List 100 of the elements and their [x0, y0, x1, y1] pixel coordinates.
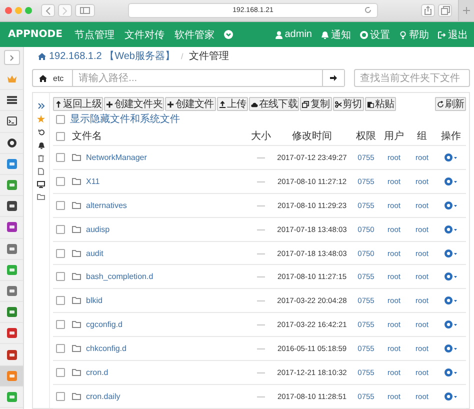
folder-link[interactable]: X11 — [86, 176, 100, 186]
toolbar-button[interactable]: 创建文件 — [165, 97, 216, 111]
sidebar-toggle-button[interactable] — [4, 50, 20, 65]
row-checkbox[interactable] — [56, 392, 65, 401]
breadcrumb-current: 文件管理 — [189, 50, 230, 63]
path-segment[interactable]: etc — [53, 70, 73, 86]
settings-dropdown-icon[interactable] — [444, 344, 458, 354]
forward-icon — [62, 6, 68, 14]
settings-dropdown-icon[interactable] — [444, 272, 458, 282]
user-icon — [274, 30, 283, 38]
folder-icon[interactable] — [37, 194, 45, 200]
plus-icon — [167, 100, 174, 108]
folder-icon — [72, 178, 81, 185]
table-cell: — — [257, 224, 265, 234]
toolbar-button[interactable]: 返回上级 — [53, 97, 104, 111]
history-icon[interactable] — [38, 129, 44, 136]
folder-link[interactable]: blkid — [86, 296, 102, 306]
settings-dropdown-icon[interactable] — [444, 320, 458, 330]
nav-link[interactable]: 设置 — [360, 28, 390, 42]
nav-link[interactable]: 文件对传 — [124, 28, 164, 42]
checkbox[interactable] — [56, 114, 65, 124]
trash-icon[interactable] — [38, 155, 44, 162]
settings-dropdown-icon[interactable] — [444, 392, 458, 401]
monitor-icon[interactable] — [37, 181, 45, 188]
toolbar-button[interactable]: 上传 — [216, 97, 248, 111]
tabs-button[interactable] — [438, 4, 452, 17]
toolbar-button[interactable]: 剪切 — [332, 97, 364, 111]
path-field[interactable]: etc 请输入路径... — [32, 69, 345, 87]
folder-icon — [72, 202, 81, 209]
app-logo[interactable]: APPNODE — [8, 29, 62, 40]
table-cell: — — [257, 368, 265, 377]
toolbar-button[interactable]: 粘贴 — [364, 97, 396, 111]
star-icon[interactable] — [37, 115, 45, 123]
nav-link[interactable]: 节点管理 — [74, 28, 114, 42]
row-checkbox[interactable] — [56, 368, 65, 377]
settings-dropdown-icon[interactable] — [444, 200, 458, 210]
settings-dropdown-icon[interactable] — [444, 248, 458, 258]
nav-link[interactable]: 通知 — [321, 28, 351, 42]
breadcrumb-link[interactable]: 192.168.1.2 【Web服务器】 — [49, 49, 175, 63]
select-all-checkbox[interactable] — [56, 132, 65, 140]
row-checkbox[interactable] — [56, 248, 65, 258]
checkbox-label[interactable]: 显示隐藏文件和系统文件 — [70, 112, 180, 126]
settings-dropdown-icon[interactable] — [444, 296, 458, 306]
settings-dropdown-icon[interactable] — [444, 224, 458, 234]
folder-link[interactable]: cgconfig.d — [86, 320, 122, 330]
folder-link[interactable]: audisp — [86, 224, 110, 234]
row-checkbox[interactable] — [56, 176, 65, 186]
upload-icon — [218, 100, 226, 108]
folder-link[interactable]: NetworkManager — [86, 152, 147, 162]
chevron-down-icon[interactable] — [224, 30, 234, 39]
nav-link[interactable]: 帮助 — [399, 28, 429, 42]
double-chevron-icon[interactable] — [38, 103, 44, 109]
bell-icon[interactable] — [38, 142, 44, 149]
folder-link[interactable]: audit — [86, 248, 104, 258]
settings-dropdown-icon[interactable] — [444, 176, 458, 186]
row-checkbox[interactable] — [56, 224, 65, 234]
folder-icon — [72, 345, 81, 352]
folder-icon — [72, 321, 81, 328]
breadcrumb-separator: / — [181, 52, 184, 60]
folder-link[interactable]: cron.daily — [86, 392, 120, 401]
close-button[interactable] — [5, 7, 12, 14]
sidebar-button[interactable] — [75, 4, 95, 17]
logout-icon — [438, 30, 446, 38]
toolbar-button[interactable]: 在线下载 — [249, 97, 300, 111]
row-checkbox[interactable] — [56, 152, 65, 162]
cloud-icon — [251, 100, 258, 108]
row-checkbox[interactable] — [56, 296, 65, 306]
new-tab-button[interactable] — [458, 0, 474, 21]
row-checkbox[interactable] — [56, 200, 65, 210]
row-checkbox[interactable] — [56, 320, 65, 330]
file-icon[interactable] — [38, 168, 44, 175]
back-icon — [45, 6, 51, 14]
folder-link[interactable]: cron.d — [86, 368, 108, 377]
toolbar-button[interactable]: 复制 — [300, 97, 332, 111]
folder-icon — [72, 273, 81, 280]
table-cell: — — [257, 392, 265, 401]
go-button[interactable] — [322, 70, 344, 86]
zoom-button[interactable] — [25, 7, 32, 14]
folder-link[interactable]: bash_completion.d — [86, 272, 154, 282]
folder-link[interactable]: chkconfig.d — [86, 344, 126, 354]
folder-link[interactable]: alternatives — [86, 200, 127, 210]
table-cell: — — [257, 248, 265, 258]
settings-dropdown-icon[interactable] — [444, 152, 458, 162]
table-cell: — — [257, 152, 265, 162]
nav-link[interactable]: admin — [274, 29, 312, 40]
toolbar-button[interactable]: 创建文件夹 — [104, 97, 164, 111]
row-checkbox[interactable] — [56, 344, 65, 354]
table-cell: — — [257, 200, 265, 210]
settings-dropdown-icon[interactable] — [444, 368, 458, 377]
table-cell: — — [257, 320, 265, 330]
lightbulb-icon — [399, 30, 407, 38]
share-button[interactable] — [421, 4, 435, 17]
row-checkbox[interactable] — [56, 272, 65, 282]
nav-link[interactable]: 软件管家 — [174, 28, 214, 42]
nav-link[interactable]: 退出 — [438, 28, 468, 42]
refresh-button[interactable]: 刷新 — [434, 97, 466, 111]
home-icon[interactable] — [39, 74, 47, 82]
reload-icon[interactable] — [364, 6, 372, 14]
back-button[interactable] — [41, 4, 55, 17]
search-field[interactable]: 查找当前文件夹下文件 — [354, 69, 470, 87]
